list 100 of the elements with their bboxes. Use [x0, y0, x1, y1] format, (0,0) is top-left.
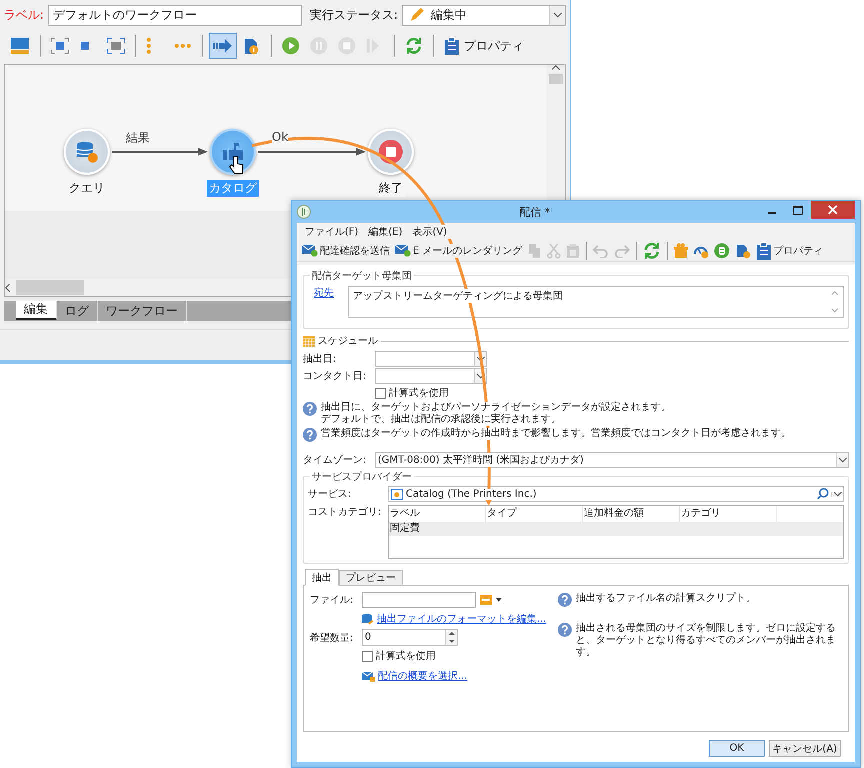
- quantity-field[interactable]: 0: [362, 629, 458, 646]
- status-caption: 実行ステータス:: [310, 6, 398, 24]
- checkbox-label: 計算式を使用: [389, 386, 449, 400]
- square-icon: [79, 40, 91, 52]
- redo-icon: [614, 244, 630, 258]
- ok-button[interactable]: OK: [709, 740, 765, 757]
- scissors-icon: [546, 242, 560, 258]
- small-caret-icon: [496, 598, 502, 602]
- pencil-icon: [409, 7, 426, 23]
- view-tab[interactable]: ログ: [57, 301, 98, 321]
- paste-icon: [566, 242, 580, 258]
- column-header[interactable]: タイプ: [486, 506, 583, 522]
- document-icon: [734, 242, 750, 258]
- database-icon: [362, 613, 374, 625]
- dialog-title: 配信 *: [518, 204, 552, 220]
- help-text: 抽出される母集団のサイズを制限します。ゼロに設定すると、ターゲットとなり得るすべてのメンバーが抽出されます。: [576, 623, 837, 659]
- group-legend: サービスプロバイダー: [310, 470, 414, 484]
- checkbox[interactable]: [375, 388, 386, 398]
- refresh-icon: [642, 242, 660, 260]
- cancel-button[interactable]: キャンセル(A): [769, 740, 841, 757]
- close-icon: [828, 205, 838, 215]
- caret-icon: [838, 458, 846, 462]
- layout-icon: [10, 37, 30, 55]
- service-field[interactable]: Catalog (The Printers Inc.): [388, 486, 844, 502]
- stop-icon: [338, 37, 356, 55]
- play-icon: [282, 37, 300, 55]
- app-icon: [297, 205, 311, 219]
- panel-tab[interactable]: 抽出: [305, 569, 339, 586]
- recipient-link[interactable]: 宛先: [314, 286, 344, 300]
- status-dropdown[interactable]: 編集中: [402, 4, 566, 26]
- frame-icon: [107, 38, 125, 54]
- caret-icon: [476, 356, 484, 362]
- file-field[interactable]: [362, 592, 476, 608]
- search-icon: [817, 488, 829, 500]
- clipboard-icon: [444, 37, 460, 55]
- gift-button[interactable]: [672, 240, 690, 260]
- label-field[interactable]: デフォルトのワークフロー: [48, 4, 302, 26]
- activity-node[interactable]: [210, 129, 256, 175]
- up-caret-icon: [552, 65, 560, 70]
- stop-icon: [378, 139, 404, 165]
- envelope-icon: [362, 670, 375, 682]
- refresh-icon: [405, 37, 423, 55]
- target-field[interactable]: アップストリームターゲティングによる母集団: [348, 286, 844, 318]
- calendar-icon: [303, 335, 315, 347]
- group-legend: 配信ターゲット母集団: [310, 269, 414, 283]
- gift-icon: [674, 242, 688, 258]
- checkbox-label: 計算式を使用: [376, 649, 436, 663]
- database-button[interactable]: [712, 240, 732, 260]
- document-info-icon: [243, 37, 259, 55]
- toolbar-button[interactable]: [209, 33, 237, 59]
- summary-link[interactable]: 配信の概要を選択...: [378, 669, 468, 683]
- hand-cursor-icon: [229, 156, 245, 176]
- fit-view-icon: [51, 38, 69, 54]
- spin-up-icon: [448, 632, 454, 636]
- help-icon: [558, 623, 572, 637]
- help-icon: [558, 593, 572, 607]
- table-row[interactable]: 固定費: [389, 522, 843, 536]
- caret-icon: [476, 374, 484, 378]
- column-header[interactable]: ラベル: [389, 506, 486, 522]
- copy-icon: [528, 242, 542, 258]
- timezone-dropdown[interactable]: (GMT-08:00) 太平洋時間 (米国およびカナダ): [375, 452, 849, 468]
- extraction-date-dropdown[interactable]: [375, 351, 487, 367]
- service-icon: [391, 488, 403, 500]
- node-label: カタログ: [207, 180, 259, 197]
- database-icon: [714, 242, 730, 258]
- checkbox[interactable]: [362, 650, 373, 662]
- format-link[interactable]: 抽出ファイルのフォーマットを編集...: [377, 612, 547, 626]
- scroll-thumb[interactable]: [549, 74, 563, 84]
- envelope-icon: [395, 244, 411, 257]
- arrow-icon: [213, 38, 233, 54]
- maximize-icon: [793, 206, 803, 214]
- toolbar-button[interactable]: プロパティ: [754, 240, 826, 260]
- caret-icon: [554, 12, 562, 18]
- spin-down-icon: [448, 640, 454, 643]
- scroll-thumb[interactable]: [16, 280, 84, 295]
- properties-button[interactable]: プロパティ: [440, 33, 528, 59]
- section-heading: スケジュール: [318, 334, 378, 348]
- clipboard-icon: [756, 242, 772, 260]
- left-caret-icon: [5, 284, 10, 292]
- database-icon: [75, 140, 99, 164]
- label-caption: ラベル:: [4, 6, 44, 24]
- help-icon: [303, 402, 317, 416]
- view-tab[interactable]: ワークフロー: [98, 301, 187, 321]
- horizontal-dots-icon: [174, 43, 192, 49]
- view-tab[interactable]: 編集: [16, 301, 57, 320]
- file-picker-icon: [480, 594, 492, 606]
- vertical-dots-icon: [146, 37, 152, 55]
- column-header[interactable]: 追加料金の額: [583, 506, 680, 522]
- envelope-icon: [302, 244, 318, 257]
- contact-date-dropdown[interactable]: [375, 368, 487, 384]
- column-header[interactable]: カテゴリ: [680, 506, 777, 522]
- panel-tab[interactable]: プレビュー: [339, 570, 403, 586]
- pause-icon: [310, 37, 328, 55]
- undo-icon: [592, 244, 608, 258]
- help-text: 抽出するファイル名の計算スクリプト。: [576, 593, 756, 605]
- close-button[interactable]: [811, 201, 855, 219]
- connector-label: Ok: [272, 130, 288, 144]
- scroll-arrows-icon: [831, 289, 839, 315]
- help-icon: [303, 428, 317, 442]
- caret-icon: [834, 492, 842, 496]
